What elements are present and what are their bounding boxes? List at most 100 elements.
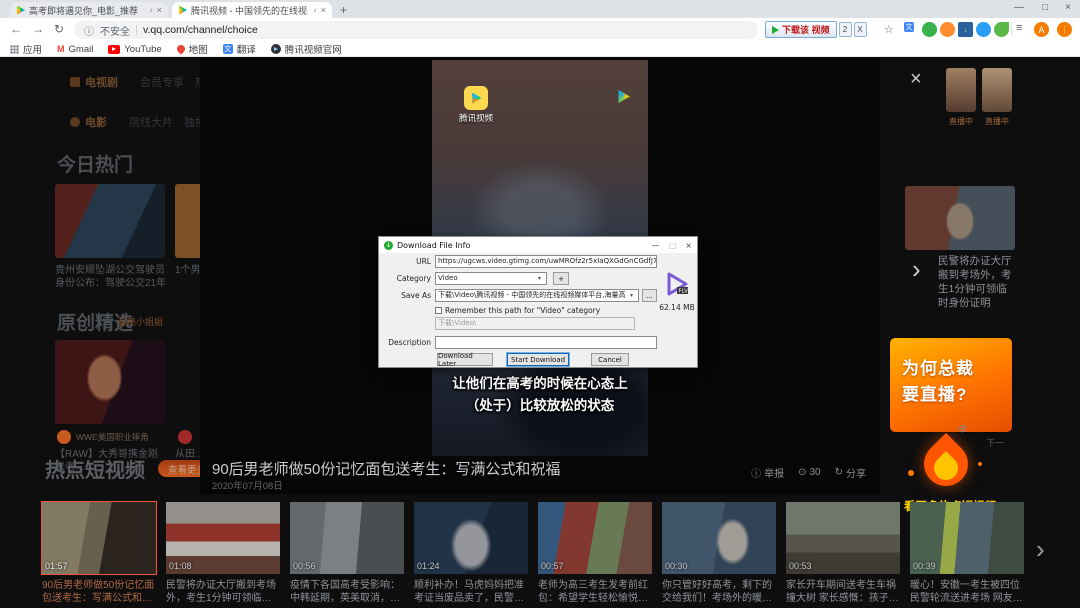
strip-thumbnail[interactable]: 00:56 — [290, 502, 404, 574]
bookmark-youtube[interactable]: YouTube — [108, 44, 161, 55]
reload-icon[interactable]: ↻ — [54, 22, 64, 36]
news-thumbnail[interactable] — [905, 186, 1015, 250]
new-tab-button[interactable]: + — [340, 3, 347, 17]
bookmark-maps[interactable]: 地图 — [177, 42, 208, 56]
page-content: 电视剧 会员专享 热播剧集 电影 院线大片 独播内容 今日热门 贵州安顺坠湖公交… — [0, 58, 1080, 608]
window-maximize-button[interactable]: □ — [1042, 2, 1048, 13]
browse-button[interactable]: ... — [642, 289, 657, 302]
back-icon[interactable]: ← — [10, 22, 22, 36]
bookmark-tencent-video[interactable]: 腾讯视频官网 — [271, 42, 342, 56]
remember-path-checkbox-row[interactable]: Remember this path for "Video" category — [435, 306, 600, 315]
forward-icon[interactable]: → — [32, 22, 44, 36]
strip-thumbnail[interactable]: 01:08 — [166, 502, 280, 574]
strip-thumbnail[interactable]: 00:39 — [910, 502, 1024, 574]
strip-caption[interactable]: 疫情下各国高考受影响：中韩延期，英美取消，检查严格防护 — [290, 579, 404, 605]
reading-list-icon[interactable]: ≡ — [1016, 22, 1022, 34]
strip-thumbnail[interactable]: 00:53 — [786, 502, 900, 574]
browser-tab-2[interactable]: 腾讯视频 - 中国领先的在线视 ♪ × — [172, 2, 332, 18]
strip-caption[interactable]: 你只管好好高考，剩下的交给我们！考场外的暖心人 — [662, 579, 776, 605]
nav-movie-label[interactable]: 电影 — [70, 114, 107, 130]
strip-thumbnail[interactable]: 01:57 — [42, 502, 156, 574]
strip-next-icon[interactable]: › — [1036, 534, 1045, 565]
idm-download-video-button[interactable]: 下载该 视频 — [765, 21, 837, 38]
lightbox-close-icon[interactable]: × — [910, 68, 922, 91]
duration-badge: 01:24 — [417, 561, 440, 571]
mini-card-caption[interactable]: 直播中 — [981, 116, 1013, 127]
not-secure-icon[interactable]: ⓘ — [84, 23, 94, 38]
dialog-title-bar[interactable]: ↓ Download File Info — □ × — [379, 237, 697, 253]
idm-extension-icon[interactable]: ↓ — [958, 22, 973, 37]
strip-caption[interactable]: 老师为高三考生发考前红包：希望学生轻松愉悦进考场 — [538, 579, 652, 605]
strip-item[interactable]: 00:30 你只管好好高考，剩下的交给我们！考场外的暖心人 — [662, 502, 776, 605]
nav-tv-label[interactable]: 电视剧 — [70, 74, 118, 90]
category-dropdown[interactable]: Video ▾ — [435, 272, 547, 285]
strip-item[interactable]: 01:08 民警将办证大厅搬到考场外，考生1分钟可领临时身份证明 — [166, 502, 280, 605]
chrome-menu-icon[interactable]: ⋮ — [1057, 22, 1072, 37]
strip-item[interactable]: 01:57 90后男老师做50份记忆面包送考生：写满公式和祝福 — [42, 502, 156, 605]
address-bar[interactable]: ⓘ 不安全 v.qq.com/channel/choice — [74, 21, 758, 39]
tab-close-icon[interactable]: × — [321, 5, 326, 15]
save-as-dropdown[interactable]: 下载\Video\腾讯视频 - 中国领先的在线视频媒体平台,海量高 ▾ — [435, 289, 639, 302]
extension-icon[interactable] — [976, 22, 991, 37]
description-field[interactable] — [435, 336, 657, 349]
translate-extension-icon[interactable]: 文 — [904, 22, 914, 32]
strip-caption[interactable]: 暖心！安徽一考生被四位民警轮流送进考场 网友：可以吹一辈子了！ — [910, 579, 1024, 605]
danmu-count[interactable]: ⊙30 — [798, 465, 821, 480]
dialog-minimize-icon[interactable]: — — [652, 241, 660, 250]
youtube-icon — [108, 45, 120, 54]
original-badge[interactable]: 最美小姐姐 — [118, 315, 163, 328]
strip-item[interactable]: 00:56 疫情下各国高考受影响：中韩延期，英美取消，检查严格防护 — [290, 502, 404, 605]
play-logo-icon — [617, 90, 630, 103]
strip-item[interactable]: 00:39 暖心！安徽一考生被四位民警轮流送进考场 网友：可以吹一辈子了！ — [910, 502, 1024, 605]
profile-avatar[interactable]: A — [1034, 22, 1049, 37]
window-close-button[interactable]: × — [1065, 2, 1071, 13]
channel-row[interactable]: WWE美国职业摔角 — [57, 430, 149, 444]
window-minimize-button[interactable]: — — [1014, 2, 1024, 13]
tab-audio-icon[interactable]: ♪ — [149, 7, 153, 14]
strip-caption[interactable]: 民警将办证大厅搬到考场外，考生1分钟可领临时身份证明 — [166, 579, 280, 605]
add-category-button[interactable]: + — [553, 272, 569, 285]
url-text[interactable]: v.qq.com/channel/choice — [143, 24, 258, 36]
hot-card-thumbnail[interactable] — [55, 184, 165, 258]
extension-icon[interactable] — [940, 22, 955, 37]
start-download-button[interactable]: Start Download — [507, 353, 569, 366]
carousel-next-icon[interactable]: › — [912, 254, 921, 285]
report-button[interactable]: ⓘ举报 — [751, 465, 784, 480]
bookmark-gmail[interactable]: M Gmail — [57, 44, 93, 55]
hot-card-caption[interactable]: 贵州安顺坠湖公交驾驶员身份公布：驾驶公交21年 — [55, 264, 167, 290]
browser-tab-1[interactable]: 高考即将遇见你_电影_推荐 ♪ × — [10, 2, 168, 18]
original-card-thumbnail[interactable] — [55, 340, 165, 424]
leaf-extension-icon[interactable] — [994, 22, 1009, 37]
strip-item[interactable]: 01:24 顺利补办！马虎妈妈把准考证当废品卖了，民警全城寻人 — [414, 502, 528, 605]
strip-item[interactable]: 00:53 家长开车期间送考生车祸撞大树 家长感慨：孩子运气好 — [786, 502, 900, 605]
idm-count-badge[interactable]: 2 — [839, 22, 852, 37]
idm-close-button[interactable]: X — [854, 22, 867, 37]
strip-thumbnail[interactable]: 00:57 — [538, 502, 652, 574]
strip-thumbnail[interactable]: 01:24 — [414, 502, 528, 574]
checkbox[interactable] — [435, 307, 442, 314]
strip-caption[interactable]: 90后男老师做50份记忆面包送考生：写满公式和祝福 — [42, 579, 156, 605]
dialog-close-icon[interactable]: × — [685, 241, 692, 250]
tab-close-icon[interactable]: × — [157, 5, 162, 15]
cancel-button[interactable]: Cancel — [591, 353, 629, 366]
channel-avatar — [178, 430, 192, 444]
mini-card-caption[interactable]: 直播中 — [945, 116, 977, 127]
strip-caption[interactable]: 顺利补办！马虎妈妈把准考证当废品卖了，民警全城寻人 — [414, 579, 528, 605]
strip-caption[interactable]: 家长开车期间送考生车祸撞大树 家长感慨：孩子运气好 — [786, 579, 900, 605]
live-mini-card[interactable] — [946, 68, 976, 112]
strip-thumbnail[interactable]: 00:30 — [662, 502, 776, 574]
bookmark-translate[interactable]: 文 翻译 — [223, 42, 256, 56]
download-later-button[interactable]: Download Later — [437, 353, 493, 366]
extension-icon[interactable] — [922, 22, 937, 37]
promo-card[interactable]: 为何总裁 要直播? — [890, 338, 1012, 432]
live-mini-card[interactable] — [982, 68, 1012, 112]
share-button[interactable]: ↻分享 — [835, 465, 866, 480]
tab-audio-icon[interactable]: ♪ — [313, 7, 317, 14]
strip-item[interactable]: 00:57 老师为高三考生发考前红包：希望学生轻松愉悦进考场 — [538, 502, 652, 605]
bookmark-apps[interactable]: 应用 — [10, 42, 42, 56]
news-caption[interactable]: 民警将办证大厅搬到考场外，考生1分钟可领临时身份证明 — [938, 254, 1014, 310]
flame-graphic[interactable] — [898, 440, 994, 498]
idm-download-label: 下载该 视频 — [782, 23, 830, 36]
url-field[interactable]: https://ugcws.video.gtimg.com/uwMROfz2r5… — [435, 255, 657, 268]
bookmark-star-icon[interactable]: ☆ — [884, 23, 894, 36]
